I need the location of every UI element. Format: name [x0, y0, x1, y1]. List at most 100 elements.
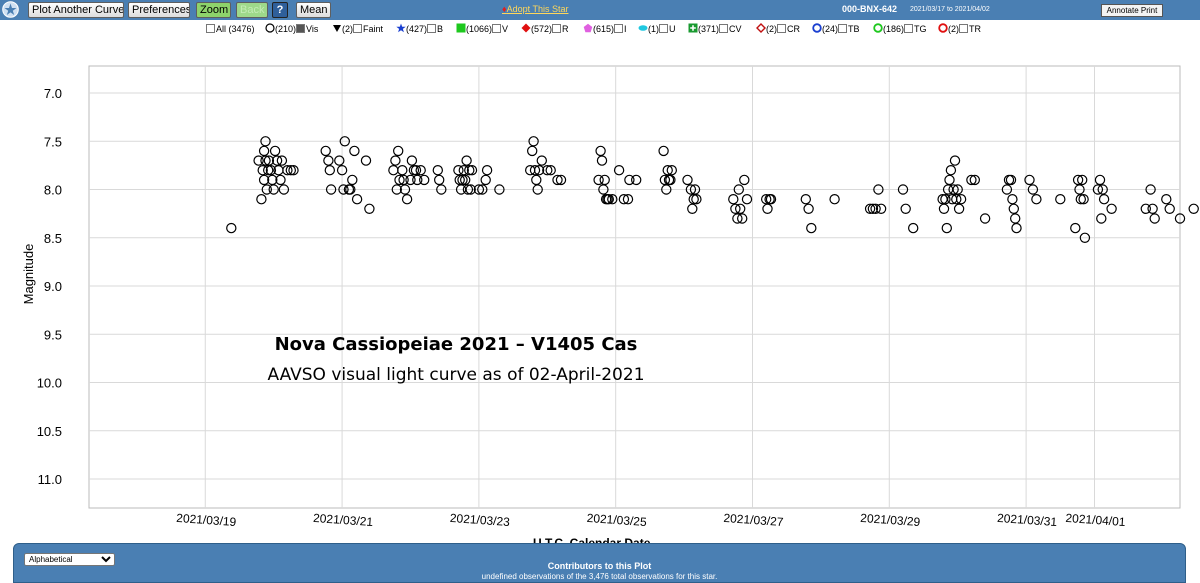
x-tick-label: 2021/03/21 — [313, 511, 374, 529]
annotation-subtitle: AAVSO visual light curve as of 02-April-… — [267, 365, 644, 385]
legend-label: Vis — [306, 24, 319, 34]
back-button[interactable]: Back — [236, 2, 268, 18]
open-circle-icon — [265, 23, 275, 33]
legend-checkbox[interactable] — [552, 24, 562, 33]
legend-count: (210) — [275, 24, 297, 34]
legend-label: CR — [787, 24, 800, 34]
ring-icon — [812, 23, 822, 33]
help-button[interactable]: ? — [272, 2, 288, 18]
legend-label: U — [669, 24, 676, 34]
data-point — [1188, 203, 1199, 214]
legend-count: (1066) — [466, 24, 493, 34]
legend-item-tg[interactable]: (186) TG — [873, 22, 927, 36]
legend-checkbox[interactable] — [659, 24, 668, 33]
legend-item-vis[interactable]: (210) Vis — [265, 22, 318, 36]
legend-label: B — [437, 24, 444, 34]
legend-count: (427) — [406, 24, 428, 34]
down-triangle-icon — [332, 23, 342, 33]
legend-item-b[interactable]: (427) B — [396, 22, 443, 36]
legend-all[interactable]: All (3476) — [206, 22, 255, 36]
legend-label: I — [624, 24, 627, 34]
legend-checkbox[interactable] — [959, 24, 968, 33]
legend-count: (186) — [883, 24, 905, 34]
adopt-star-link[interactable]: ♦Adopt This Star — [502, 4, 568, 14]
light-curve-chart: 7.0 7.5 8.0 8.5 9.0 9.5 10.0 10.5 11.0 2021/03/1… — [21, 65, 1199, 529]
legend-item-tr[interactable]: (2) TR — [938, 22, 981, 36]
legend-item-r[interactable]: (572) R — [521, 22, 569, 36]
legend-checkbox[interactable] — [838, 24, 848, 33]
x-tick-label: 2021/03/29 — [860, 511, 921, 529]
annotate-print-button[interactable]: Annotate Print — [1101, 4, 1163, 17]
x-tick-label: 2021/03/25 — [586, 511, 647, 529]
legend-all-label: All — [216, 24, 227, 34]
legend-item-faint[interactable]: (2) Faint — [332, 22, 383, 36]
ellipse-icon — [638, 23, 648, 33]
legend-label: TG — [914, 24, 927, 34]
legend-checkbox[interactable] — [353, 24, 362, 33]
plot-another-curve-button[interactable]: Plot Another Curve — [28, 2, 124, 18]
legend-checkbox[interactable] — [492, 24, 502, 33]
contributors-note: undefined observations of the 3,476 tota… — [481, 572, 718, 581]
y-tick-label: 9.5 — [44, 327, 62, 342]
mean-button[interactable]: Mean — [296, 2, 331, 18]
legend-label: V — [502, 24, 509, 34]
legend-item-u[interactable]: (1) U — [638, 22, 676, 36]
diamond-icon — [521, 23, 531, 33]
contributors-title: Contributors to this Plot — [547, 561, 652, 571]
y-tick-label: 10.5 — [37, 424, 62, 439]
legend-checkbox[interactable] — [296, 24, 306, 33]
y-tick-label: 8.0 — [44, 183, 62, 198]
y-tick-label: 9.0 — [44, 279, 62, 294]
legend-label: Faint — [363, 24, 384, 34]
x-tick-label: 2021/03/31 — [997, 511, 1058, 529]
legend-checkbox[interactable] — [777, 24, 786, 33]
legend-label: TR — [969, 24, 981, 34]
legend-item-tb[interactable]: (24) TB — [812, 22, 860, 36]
y-axis-label: Magnitude — [21, 244, 36, 305]
legend-count: (371) — [698, 24, 720, 34]
preferences-button[interactable]: Preferences — [128, 2, 190, 18]
x-tick-labels: 2021/03/19 2021/03/21 2021/03/23 2021/03/25… — [176, 511, 1126, 529]
plot-background — [88, 65, 1181, 509]
contributors-panel: Alphabetical Contributors to this Plot u… — [13, 543, 1186, 583]
top-toolbar: Plot Another Curve Preferences Zoom Back… — [0, 0, 1200, 20]
legend-item-cv[interactable]: (371) CV — [688, 22, 742, 36]
legend-item-v[interactable]: (1066) V — [456, 22, 508, 36]
legend-count: (2) — [948, 24, 959, 34]
date-range: 2021/03/17 to 2021/04/02 — [910, 6, 990, 13]
legend-label: R — [562, 24, 569, 34]
ring-icon — [938, 23, 948, 33]
legend-checkbox[interactable] — [614, 24, 624, 33]
legend-label: TB — [848, 24, 860, 34]
x-tick-label: 2021/03/27 — [723, 511, 784, 529]
legend-count: (2) — [766, 24, 777, 34]
band-filter-legend: All (3476) (210) Vis (2) Faint (427) B (1066) V… — [0, 22, 1200, 36]
legend-count: (1) — [648, 24, 659, 34]
annotation-title: Nova Cassiopeiae 2021 – V1405 Cas — [275, 334, 638, 355]
legend-checkbox[interactable] — [719, 24, 729, 33]
y-tick-labels: 7.0 7.5 8.0 8.5 9.0 9.5 10.0 10.5 11.0 — [37, 86, 62, 487]
zoom-button[interactable]: Zoom — [196, 2, 231, 18]
square-icon — [456, 23, 466, 33]
y-tick-label: 7.0 — [44, 86, 62, 101]
aavso-logo-icon — [2, 1, 19, 18]
legend-item-i[interactable]: (615) I — [583, 22, 627, 36]
x-tick-label: 2021/03/23 — [449, 511, 510, 529]
y-tick-label: 8.5 — [44, 231, 62, 246]
y-tick-label: 10.0 — [37, 376, 62, 391]
pentagon-icon — [583, 23, 593, 33]
x-tick-label: 2021/03/19 — [176, 511, 237, 529]
legend-count: (24) — [822, 24, 839, 34]
plus-square-icon — [688, 23, 698, 33]
legend-all-count: (3476) — [228, 24, 255, 34]
ring-icon — [873, 23, 883, 33]
legend-checkbox[interactable] — [427, 24, 437, 33]
legend-checkbox[interactable] — [904, 24, 914, 33]
legend-item-cr[interactable]: (2) CR — [756, 22, 800, 36]
star-icon — [396, 23, 406, 33]
legend-count: (2) — [342, 24, 353, 34]
legend-count: (615) — [593, 24, 615, 34]
legend-all-checkbox[interactable] — [206, 24, 215, 33]
y-tick-label: 7.5 — [44, 134, 62, 149]
legend-label: CV — [729, 24, 742, 34]
